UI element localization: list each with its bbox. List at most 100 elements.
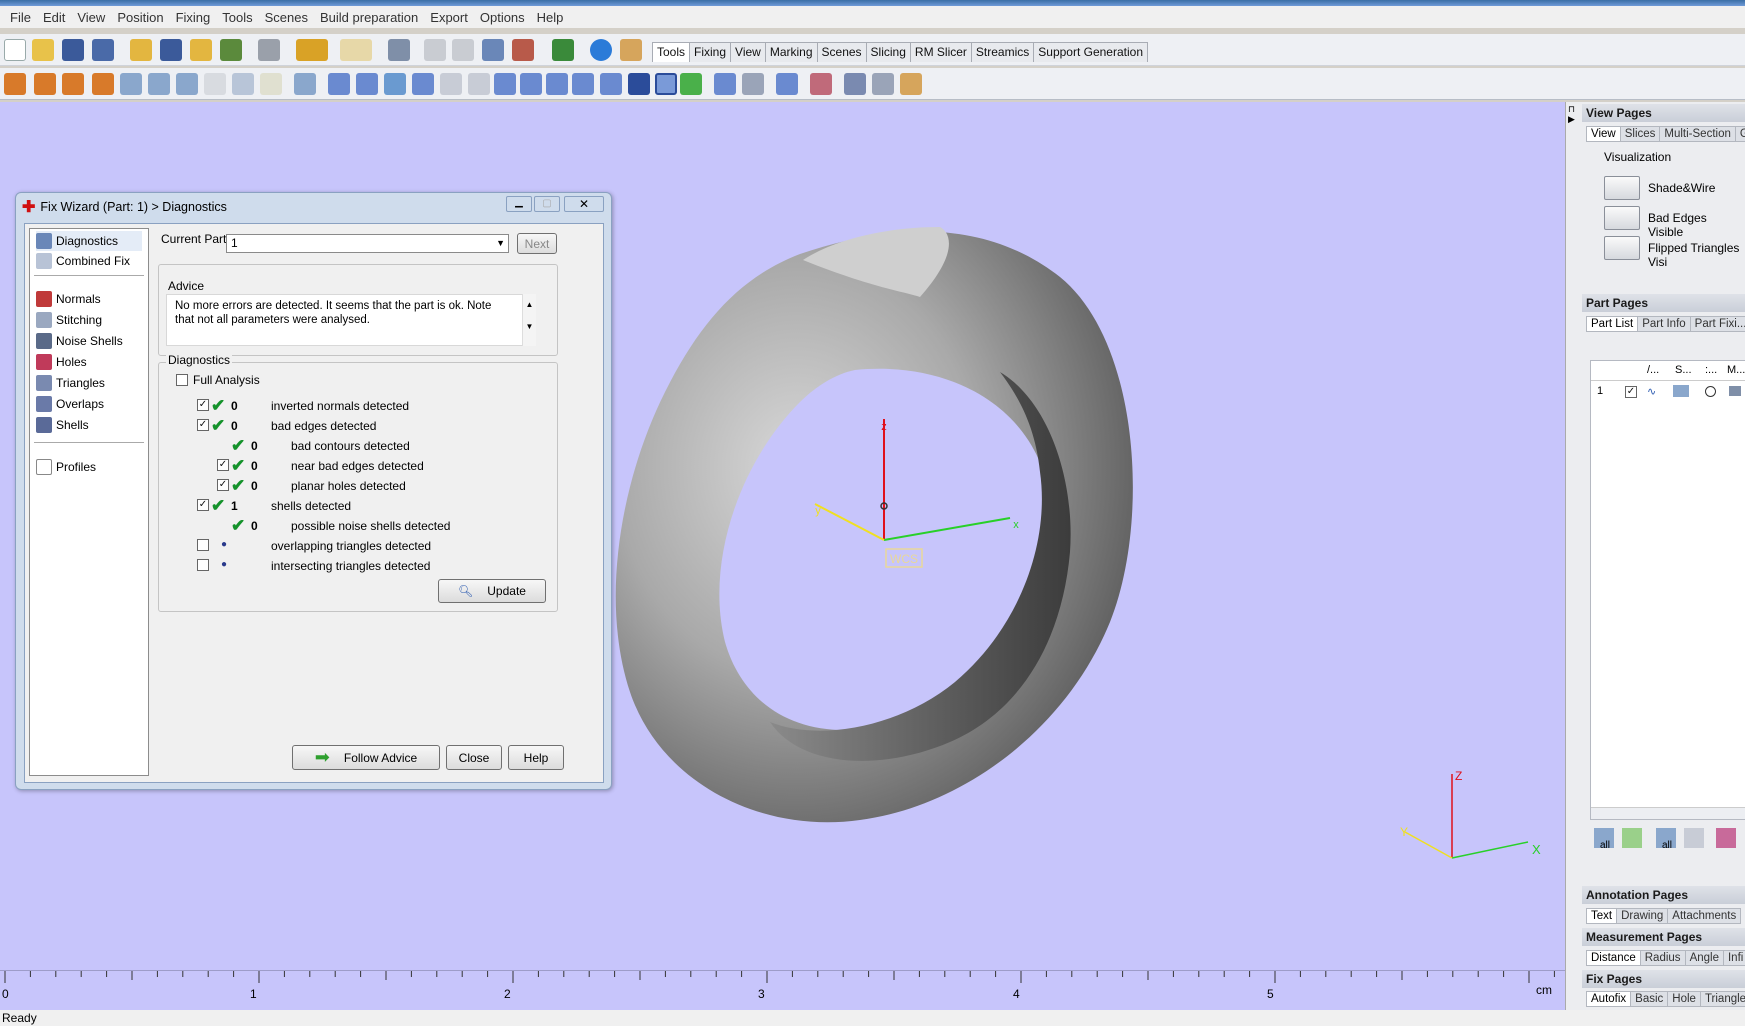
tab-angle[interactable]: Angle	[1684, 950, 1724, 966]
nav-stitching[interactable]: Stitching	[36, 310, 102, 330]
tab-view-page[interactable]: View	[1586, 126, 1621, 142]
advice-scrollbar[interactable]: ▲ ▼	[522, 294, 536, 346]
measurement-pages-header[interactable]: Measurement Pages	[1582, 928, 1745, 946]
overlapping-triangles-checkbox[interactable]	[197, 539, 209, 551]
parts-icon[interactable]	[294, 73, 316, 95]
tab-part-fixing[interactable]: Part Fixi...	[1689, 316, 1745, 332]
tab-fixing[interactable]: Fixing	[689, 42, 732, 62]
tab-multi-section[interactable]: Multi-Section	[1659, 126, 1736, 142]
merge-icon[interactable]	[742, 73, 764, 95]
nav-noise-shells[interactable]: Noise Shells	[36, 331, 123, 351]
tab-streamics[interactable]: Streamics	[970, 42, 1035, 62]
mark-icon[interactable]	[328, 73, 350, 95]
box-icon[interactable]	[494, 73, 516, 95]
cylinder-icon[interactable]	[520, 73, 542, 95]
load-scene-icon[interactable]	[190, 39, 212, 61]
rotate-part-icon[interactable]	[62, 73, 84, 95]
fix-wizard-icon[interactable]	[810, 73, 832, 95]
nav-holes[interactable]: Holes	[36, 352, 87, 372]
unmark-icon[interactable]	[412, 73, 434, 95]
copy-icon[interactable]	[232, 73, 254, 95]
tab-attachments[interactable]: Attachments	[1667, 908, 1742, 924]
menu-scenes[interactable]: Scenes	[259, 10, 314, 25]
intersecting-triangles-checkbox[interactable]	[197, 559, 209, 571]
tab-info[interactable]: Infi	[1722, 950, 1745, 966]
help-icon[interactable]	[590, 39, 612, 61]
tab-support-generation[interactable]: Support Generation	[1033, 42, 1149, 62]
expand-mark-icon[interactable]	[468, 73, 490, 95]
zoom-out-icon[interactable]	[512, 39, 534, 61]
tab-radius[interactable]: Radius	[1639, 950, 1686, 966]
label-icon[interactable]	[776, 73, 798, 95]
duplicate-icon[interactable]	[176, 73, 198, 95]
tab-part-info[interactable]: Part Info	[1637, 316, 1691, 332]
menu-export[interactable]: Export	[424, 10, 474, 25]
col-header-mode[interactable]: M...	[1727, 364, 1745, 376]
menu-tools[interactable]: Tools	[216, 10, 258, 25]
ring-model[interactable]	[615, 227, 1133, 823]
menu-position[interactable]: Position	[111, 10, 169, 25]
menu-build-preparation[interactable]: Build preparation	[314, 10, 424, 25]
part-pages-header[interactable]: Part Pages	[1582, 294, 1745, 312]
new-file-icon[interactable]	[4, 39, 26, 61]
invert-mark-icon[interactable]	[440, 73, 462, 95]
nav-shells[interactable]: Shells	[36, 415, 89, 435]
shading-icon[interactable]	[1673, 385, 1689, 397]
invert-selection-icon[interactable]	[1684, 828, 1704, 848]
mode-icon[interactable]	[1729, 386, 1741, 396]
open-folder-icon[interactable]	[32, 39, 54, 61]
col-header-visibility[interactable]: /...	[1647, 364, 1659, 376]
select-icon[interactable]	[388, 39, 410, 61]
follow-advice-button[interactable]: ➡ Follow Advice	[292, 745, 440, 770]
rotate-axis-icon[interactable]	[92, 73, 114, 95]
save-part-icon[interactable]	[160, 39, 182, 61]
offset-icon[interactable]	[572, 73, 594, 95]
pan-icon[interactable]	[452, 39, 474, 61]
close-button[interactable]: Close	[446, 745, 502, 770]
save-as-icon[interactable]	[92, 39, 114, 61]
part-color-icon[interactable]	[1716, 828, 1736, 848]
mirror-icon[interactable]	[148, 73, 170, 95]
tab-g[interactable]: G	[1734, 126, 1745, 142]
tab-marking[interactable]: Marking	[764, 42, 818, 62]
table-row[interactable]: 1 ✓ ∿	[1591, 382, 1745, 402]
next-button[interactable]: Next	[517, 233, 557, 254]
menu-options[interactable]: Options	[474, 10, 531, 25]
menu-view[interactable]: View	[71, 10, 111, 25]
annotation-pages-header[interactable]: Annotation Pages	[1582, 886, 1745, 904]
minimize-button[interactable]: ▁	[506, 196, 532, 212]
view-pages-header[interactable]: View Pages	[1582, 104, 1745, 122]
bad-edges-visible-button[interactable]	[1604, 206, 1640, 230]
cut-icon[interactable]	[204, 73, 226, 95]
measure-icon[interactable]	[680, 73, 702, 95]
section-icon[interactable]	[655, 73, 677, 95]
3d-viewport[interactable]: WCS z x y Z X Y ✚ Fix Wizard (Part: 1) >…	[0, 102, 1565, 970]
assistant-icon[interactable]	[620, 39, 642, 61]
update-button[interactable]: 🔍︎ Update	[438, 579, 546, 603]
inverted-normals-checkbox[interactable]: ✓	[197, 399, 209, 411]
color-icon[interactable]	[1705, 386, 1716, 397]
bad-edges-checkbox[interactable]: ✓	[197, 419, 209, 431]
full-analysis-checkbox[interactable]	[176, 374, 188, 386]
part-visible-checkbox[interactable]: ✓	[1625, 386, 1637, 398]
paste-icon[interactable]	[260, 73, 282, 95]
tab-view[interactable]: View	[730, 42, 766, 62]
fix-pages-header[interactable]: Fix Pages	[1582, 970, 1745, 988]
tab-triangle[interactable]: Triangle	[1699, 991, 1745, 1007]
rotate-view-icon[interactable]	[424, 39, 446, 61]
tab-part-list[interactable]: Part List	[1586, 316, 1639, 332]
checklist-icon[interactable]	[552, 39, 574, 61]
tab-text[interactable]: Text	[1586, 908, 1618, 924]
boolean-icon[interactable]	[714, 73, 736, 95]
unload-icon[interactable]	[220, 39, 242, 61]
tab-basic[interactable]: Basic	[1630, 991, 1669, 1007]
hollow-icon[interactable]	[628, 73, 650, 95]
menu-file[interactable]: File	[4, 10, 37, 25]
close-icon[interactable]: ✕	[564, 196, 604, 212]
redo-icon[interactable]	[340, 39, 372, 61]
mark-shell-icon[interactable]	[384, 73, 406, 95]
move-icon[interactable]	[34, 73, 56, 95]
tab-scenes[interactable]: Scenes	[816, 42, 867, 62]
tab-distance[interactable]: Distance	[1586, 950, 1641, 966]
tab-slicing[interactable]: Slicing	[865, 42, 911, 62]
